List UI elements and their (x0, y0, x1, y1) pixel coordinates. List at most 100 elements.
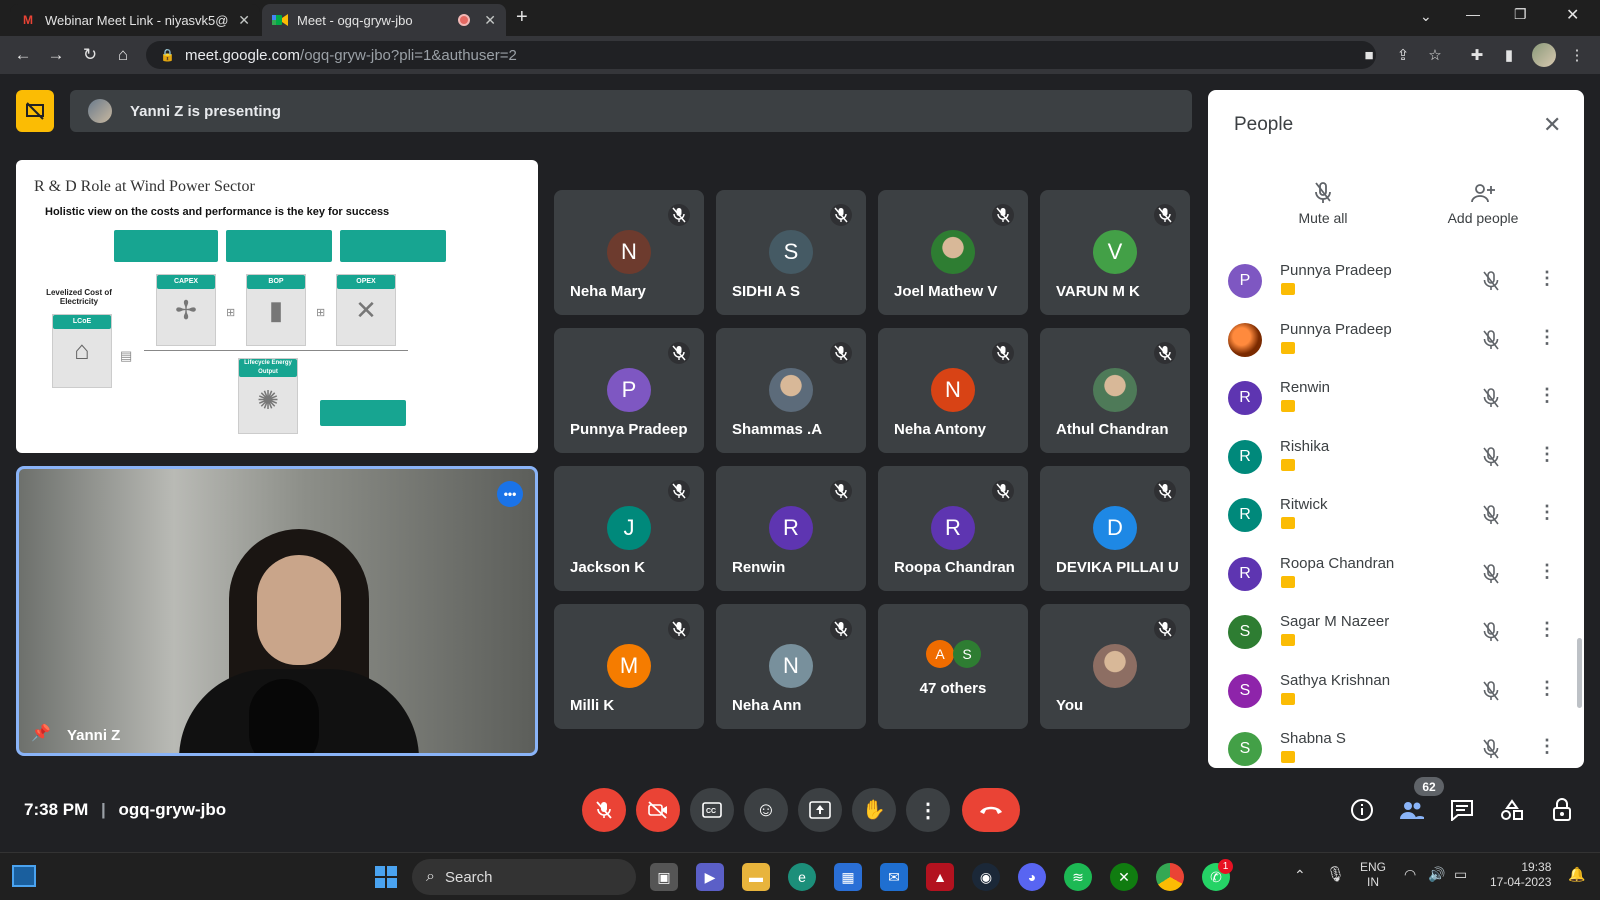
home-icon[interactable]: ⌂ (110, 42, 136, 68)
shared-slide[interactable]: R & D Role at Wind Power Sector Holistic… (16, 160, 538, 453)
people-icon[interactable] (1398, 796, 1426, 824)
participant-tile[interactable]: P Punnya Pradeep (554, 328, 704, 453)
participant-tile[interactable]: Athul Chandran (1040, 328, 1190, 453)
taskbar-search[interactable]: ⌕ Search (412, 859, 636, 895)
task-view-icon[interactable]: ▣ (650, 863, 678, 891)
reload-icon[interactable]: ↻ (77, 42, 103, 68)
participant-tile[interactable]: A S 47 others (878, 604, 1028, 729)
chrome-icon[interactable] (1156, 863, 1184, 891)
bookmark-star-icon[interactable]: ☆ (1424, 44, 1446, 66)
notifications-icon[interactable]: 🔔 (1568, 866, 1585, 883)
mic-off-icon[interactable] (1480, 621, 1502, 648)
side-panel-icon[interactable]: ▮ (1498, 44, 1520, 66)
activities-icon[interactable] (1498, 796, 1526, 824)
participant-tile[interactable]: Shammas .A (716, 328, 866, 453)
mic-off-icon[interactable] (1480, 738, 1502, 765)
participant-tile[interactable]: R Renwin (716, 466, 866, 591)
more-vert-icon[interactable]: ⋮ (1538, 561, 1556, 582)
camera-off-button[interactable] (636, 788, 680, 832)
share-icon[interactable]: ⇪ (1392, 44, 1414, 66)
more-vert-icon[interactable]: ⋮ (1538, 268, 1556, 289)
more-vert-icon[interactable]: ⋮ (1538, 736, 1556, 757)
more-vert-icon[interactable]: ⋮ (1538, 678, 1556, 699)
pin-icon[interactable]: 📌 (31, 723, 51, 743)
forward-icon[interactable]: → (43, 42, 69, 68)
more-options-icon[interactable]: ••• (497, 481, 523, 507)
close-icon[interactable]: ✕ (1543, 112, 1561, 138)
raise-hand-button[interactable]: ✋ (852, 788, 896, 832)
close-tab-icon[interactable]: ✕ (484, 12, 496, 29)
mic-off-icon[interactable] (1480, 446, 1502, 473)
windows-start-icon[interactable] (372, 863, 400, 891)
input-language[interactable]: ENG IN (1360, 860, 1386, 890)
chat-icon[interactable] (1448, 796, 1476, 824)
mic-off-icon[interactable] (1480, 329, 1502, 356)
spotify-icon[interactable]: ≋ (1064, 863, 1092, 891)
more-vert-icon[interactable]: ⋮ (1538, 502, 1556, 523)
participant-tile[interactable]: R Roopa Chandran (878, 466, 1028, 591)
tray-chevron-icon[interactable]: ⌃ (1294, 867, 1306, 884)
battery-icon[interactable]: ▭ (1454, 866, 1467, 883)
ms-store-icon[interactable]: ▦ (834, 863, 862, 891)
steam-icon[interactable]: ◉ (972, 863, 1000, 891)
mute-all-button[interactable]: Mute all (1258, 176, 1388, 226)
more-vert-icon[interactable]: ⋮ (1538, 385, 1556, 406)
participant-row[interactable]: S Sathya Krishnan ⋮ (1228, 668, 1568, 724)
tab-meet[interactable]: Meet - ogq-gryw-jbo ✕ (262, 4, 506, 36)
tab-search-chevron-icon[interactable]: ⌄ (1420, 8, 1432, 25)
mail-icon[interactable]: ✉ (880, 863, 908, 891)
participant-row[interactable]: R Renwin ⋮ (1228, 375, 1568, 431)
participant-row[interactable]: S Shabna S ⋮ (1228, 726, 1568, 768)
participant-tile[interactable]: J Jackson K (554, 466, 704, 591)
participant-tile[interactable]: S SIDHI A S (716, 190, 866, 315)
meeting-details-icon[interactable] (1348, 796, 1376, 824)
participant-row[interactable]: R Ritwick ⋮ (1228, 492, 1568, 548)
browser-menu-icon[interactable]: ⋮ (1566, 44, 1588, 66)
window-close-icon[interactable]: ✕ (1566, 5, 1579, 25)
close-tab-icon[interactable]: ✕ (238, 12, 250, 29)
extensions-icon[interactable]: ✚ (1466, 44, 1488, 66)
captions-button[interactable]: CC (690, 788, 734, 832)
volume-icon[interactable]: 🔊 (1428, 866, 1445, 883)
presenter-video[interactable]: ••• 📌 Yanni Z (16, 466, 538, 756)
more-vert-icon[interactable]: ⋮ (1538, 619, 1556, 640)
wifi-icon[interactable]: ◠ (1404, 866, 1416, 883)
participant-row[interactable]: R Rishika ⋮ (1228, 434, 1568, 490)
participant-row[interactable]: P Punnya Pradeep ⋮ (1228, 258, 1568, 314)
more-vert-icon[interactable]: ⋮ (1538, 327, 1556, 348)
participant-row[interactable]: S Sagar M Nazeer ⋮ (1228, 609, 1568, 665)
tab-webinar-mail[interactable]: M Webinar Meet Link - niyasvk5@ ✕ (10, 4, 260, 36)
microphone-icon[interactable]: 🎙 (1326, 865, 1345, 883)
participant-tile[interactable]: D DEVIKA PILLAI U (1040, 466, 1190, 591)
more-options-button[interactable]: ⋮ (906, 788, 950, 832)
game-app-icon[interactable]: ▲ (926, 863, 954, 891)
mic-off-icon[interactable] (1480, 563, 1502, 590)
panel-scrollbar[interactable] (1577, 638, 1582, 708)
new-tab-icon[interactable]: + (516, 6, 528, 29)
discord-icon[interactable]: ◕ (1018, 863, 1046, 891)
system-clock[interactable]: 19:38 17-04-2023 (1490, 860, 1551, 890)
maximize-icon[interactable]: ❐ (1514, 6, 1527, 23)
participant-row[interactable]: R Roopa Chandran ⋮ (1228, 551, 1568, 607)
participant-tile[interactable]: N Neha Antony (878, 328, 1028, 453)
mic-off-icon[interactable] (1480, 504, 1502, 531)
participant-tile[interactable]: N Neha Ann (716, 604, 866, 729)
present-now-button[interactable] (798, 788, 842, 832)
presentation-icon[interactable] (16, 90, 54, 132)
leave-call-button[interactable] (962, 788, 1020, 832)
participant-tile[interactable]: V VARUN M K (1040, 190, 1190, 315)
participant-tile[interactable]: You (1040, 604, 1190, 729)
address-bar[interactable]: 🔒 meet.google.com/ogq-gryw-jbo?pli=1&aut… (146, 41, 1376, 69)
host-controls-icon[interactable] (1548, 796, 1576, 824)
minimize-icon[interactable]: — (1466, 6, 1480, 22)
mic-off-icon[interactable] (1480, 387, 1502, 414)
camera-in-use-icon[interactable]: ■ (1358, 44, 1380, 66)
profile-avatar[interactable] (1532, 43, 1556, 67)
desktop-widget-icon[interactable] (12, 865, 36, 887)
participant-tile[interactable]: M Milli K (554, 604, 704, 729)
teams-chat-icon[interactable]: ▶ (696, 863, 724, 891)
mic-off-icon[interactable] (1480, 680, 1502, 707)
reactions-button[interactable]: ☺ (744, 788, 788, 832)
participant-row[interactable]: Punnya Pradeep ⋮ (1228, 317, 1568, 373)
back-icon[interactable]: ← (10, 42, 36, 68)
